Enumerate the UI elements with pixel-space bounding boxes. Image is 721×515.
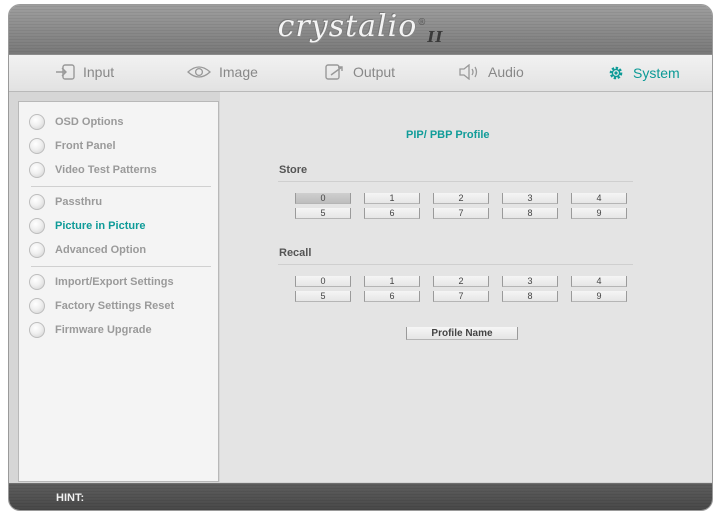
brand-logo: crystalio®II <box>9 9 712 46</box>
nav-tab-image[interactable]: Image <box>187 64 258 80</box>
sidebar-item-label: Video Test Patterns <box>55 164 157 176</box>
nav-tab-input[interactable]: Input <box>55 64 114 80</box>
sidebar-divider <box>31 266 211 267</box>
logo-model: II <box>427 28 444 46</box>
store-button-6[interactable]: 6 <box>364 208 420 219</box>
nav-tab-label: Image <box>219 64 258 80</box>
page-title: PIP/ PBP Profile <box>406 129 490 141</box>
recall-button-9[interactable]: 9 <box>571 291 627 302</box>
nav-tab-label: Output <box>353 64 396 80</box>
sidebar-item-label: Passthru <box>55 196 103 208</box>
sidebar-item-advanced-option[interactable]: Advanced Option <box>29 242 146 258</box>
sidebar-item-label: Picture in Picture <box>55 220 146 232</box>
radio-icon <box>29 242 45 258</box>
sidebar-item-import-export-settings[interactable]: Import/Export Settings <box>29 274 174 290</box>
nav-tab-system[interactable]: System <box>607 64 680 82</box>
sidebar-item-label: Import/Export Settings <box>55 276 174 288</box>
app-window: crystalio®II Input Image Output Audio Sy… <box>8 4 713 511</box>
recall-label: Recall <box>279 247 312 259</box>
sidebar-item-picture-in-picture[interactable]: Picture in Picture <box>29 218 145 234</box>
recall-button-0[interactable]: 0 <box>295 276 351 287</box>
logo-registered-mark: ® <box>417 18 428 28</box>
recall-button-3[interactable]: 3 <box>502 276 558 287</box>
nav-tab-audio[interactable]: Audio <box>458 64 524 80</box>
recall-button-8[interactable]: 8 <box>502 291 558 302</box>
sidebar-item-label: OSD Options <box>55 116 124 128</box>
store-button-2[interactable]: 2 <box>433 193 489 204</box>
profile-name-button[interactable]: Profile Name <box>406 327 518 340</box>
main-nav: Input Image Output Audio System <box>9 55 712 92</box>
sidebar-item-label: Front Panel <box>55 140 116 152</box>
store-divider <box>278 181 633 182</box>
sidebar-item-passthru[interactable]: Passthru <box>29 194 102 210</box>
radio-icon <box>29 138 45 154</box>
gear-icon <box>607 64 625 82</box>
sidebar: OSD Options Front Panel Video Test Patte… <box>18 101 219 482</box>
nav-tab-label: System <box>633 65 680 81</box>
sidebar-item-label: Firmware Upgrade <box>55 324 152 336</box>
speaker-icon <box>458 64 480 80</box>
store-button-0[interactable]: 0 <box>295 193 351 204</box>
hint-label: HINT: <box>56 492 85 504</box>
store-button-1[interactable]: 1 <box>364 193 420 204</box>
title-bar: crystalio®II <box>9 5 712 55</box>
radio-icon <box>29 322 45 338</box>
nav-tab-output[interactable]: Output <box>325 64 395 80</box>
sidebar-item-firmware-upgrade[interactable]: Firmware Upgrade <box>29 322 152 338</box>
radio-icon <box>29 274 45 290</box>
logo-text: crystalio <box>277 9 418 44</box>
sidebar-item-front-panel[interactable]: Front Panel <box>29 138 116 154</box>
recall-button-4[interactable]: 4 <box>571 276 627 287</box>
sidebar-item-video-test-patterns[interactable]: Video Test Patterns <box>29 162 157 178</box>
radio-icon <box>29 114 45 130</box>
radio-icon <box>29 194 45 210</box>
store-button-5[interactable]: 5 <box>295 208 351 219</box>
recall-button-1[interactable]: 1 <box>364 276 420 287</box>
hint-bar: HINT: <box>9 483 712 510</box>
output-icon <box>325 64 345 80</box>
store-label: Store <box>279 164 308 176</box>
input-icon <box>55 64 75 80</box>
recall-button-7[interactable]: 7 <box>433 291 489 302</box>
radio-icon <box>29 298 45 314</box>
store-button-3[interactable]: 3 <box>502 193 558 204</box>
sidebar-item-label: Factory Settings Reset <box>55 300 175 312</box>
nav-tab-label: Audio <box>488 64 524 80</box>
store-button-9[interactable]: 9 <box>571 208 627 219</box>
eye-icon <box>187 64 211 80</box>
store-button-8[interactable]: 8 <box>502 208 558 219</box>
recall-button-5[interactable]: 5 <box>295 291 351 302</box>
store-button-7[interactable]: 7 <box>433 208 489 219</box>
sidebar-divider <box>31 186 211 187</box>
sidebar-item-osd-options[interactable]: OSD Options <box>29 114 123 130</box>
recall-divider <box>278 264 633 265</box>
main-panel: PIP/ PBP Profile Store 0 1 2 3 4 5 6 7 8… <box>220 92 712 482</box>
sidebar-item-factory-settings-reset[interactable]: Factory Settings Reset <box>29 298 174 314</box>
recall-button-6[interactable]: 6 <box>364 291 420 302</box>
nav-tab-label: Input <box>83 64 115 80</box>
recall-button-2[interactable]: 2 <box>433 276 489 287</box>
radio-icon <box>29 218 45 234</box>
store-button-4[interactable]: 4 <box>571 193 627 204</box>
radio-icon <box>29 162 45 178</box>
sidebar-item-label: Advanced Option <box>55 244 147 256</box>
